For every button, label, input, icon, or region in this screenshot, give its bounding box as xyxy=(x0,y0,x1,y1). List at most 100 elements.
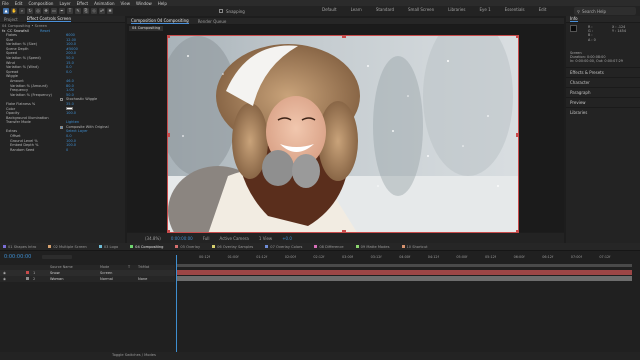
work-area-bar[interactable] xyxy=(177,264,632,267)
comp-tab[interactable]: 09 Matte Modes xyxy=(355,245,390,249)
transform-handle-ml[interactable] xyxy=(168,133,170,137)
workspace-learn[interactable]: Learn xyxy=(351,7,362,12)
zoom-tool-icon[interactable]: ⌕ xyxy=(19,8,25,14)
effect-param-value[interactable]: 0 xyxy=(66,148,68,153)
transform-handle-tc[interactable] xyxy=(342,36,346,38)
comp-tab-label: 07 Overlay Colors xyxy=(270,244,303,249)
comp-tab[interactable]: 08 Difference xyxy=(314,245,344,249)
composite-original-checkbox[interactable] xyxy=(60,125,63,129)
composition-frame-image[interactable] xyxy=(167,35,519,233)
clone-tool-icon[interactable]: ⎘ xyxy=(83,8,89,14)
current-time-indicator[interactable] xyxy=(176,255,177,357)
workspace-essentials[interactable]: Essentials xyxy=(505,7,525,12)
comp-tab[interactable]: 03 Logo xyxy=(98,245,118,249)
visibility-eye-icon[interactable]: ◉ xyxy=(3,271,6,275)
transform-handle-mr[interactable] xyxy=(516,133,518,137)
timeline-tabs: 01 Shapes Intro 02 Multiple Screen 03 Logo… xyxy=(0,243,640,251)
timeline-search[interactable] xyxy=(42,255,72,259)
viewer-timecode[interactable]: 0:00:00:00 xyxy=(171,236,193,241)
type-tool-icon[interactable]: T xyxy=(67,8,73,14)
panel-section-paragraph[interactable]: Paragraph xyxy=(566,87,640,97)
tab-render-queue[interactable]: Render Queue xyxy=(198,19,227,24)
effect-param-value[interactable]: 0.0 xyxy=(66,70,72,75)
hand-tool-icon[interactable]: ✋ xyxy=(11,8,17,14)
color-swatch[interactable] xyxy=(66,107,73,111)
menu-animation[interactable]: Animation xyxy=(94,1,114,6)
pan-behind-tool-icon[interactable]: ✥ xyxy=(43,8,49,14)
comp-tab[interactable]: 10 Shortcut xyxy=(401,245,428,249)
search-help-field[interactable]: ⚲ Search Help xyxy=(574,7,636,15)
comp-sub-tab[interactable]: 04 Compositing xyxy=(129,26,164,31)
layer-mode-dropdown[interactable]: Normal xyxy=(100,277,113,281)
menu-edit[interactable]: Edit xyxy=(15,1,23,6)
visibility-eye-icon[interactable]: ◉ xyxy=(3,277,6,281)
comp-tab[interactable]: 02 Multiple Screen xyxy=(48,245,87,249)
toggle-switches-modes[interactable]: Toggle Switches / Modes xyxy=(112,353,156,357)
viewer-controls-bar: (34.8%) 0:00:00:00 Full Active Camera 1 … xyxy=(127,233,564,243)
workspace-standard[interactable]: Standard xyxy=(376,7,394,12)
track-woman[interactable] xyxy=(177,276,632,281)
layer-name[interactable]: Woman xyxy=(50,277,64,281)
stochastic-wiggle-checkbox[interactable] xyxy=(60,98,63,102)
transform-handle-tr[interactable] xyxy=(516,36,518,38)
comp-tab[interactable]: 04 Compositing xyxy=(130,245,163,249)
track-snow[interactable] xyxy=(177,270,632,275)
menu-window[interactable]: Window xyxy=(136,1,152,6)
layer-mode-dropdown[interactable]: Screen xyxy=(100,271,112,275)
brush-tool-icon[interactable]: ✎ xyxy=(75,8,81,14)
pen-tool-icon[interactable]: ✒ xyxy=(59,8,65,14)
workspace-small-screen[interactable]: Small Screen xyxy=(408,7,434,12)
snapping-checkbox[interactable] xyxy=(219,9,223,13)
workspace-eye-1[interactable]: Eye 1 xyxy=(479,7,490,12)
effect-param-value[interactable]: 100.0 xyxy=(66,111,76,116)
views-dropdown[interactable]: 1 View xyxy=(259,236,272,241)
tab-info[interactable]: Info xyxy=(570,16,578,22)
panel-section-character[interactable]: Character xyxy=(566,77,640,87)
tab-project[interactable]: Project xyxy=(4,17,18,22)
workspace-default[interactable]: Default xyxy=(322,7,337,12)
transform-handle-tl[interactable] xyxy=(168,36,170,38)
menu-layer[interactable]: Layer xyxy=(59,1,70,6)
rotate-tool-icon[interactable]: ↻ xyxy=(27,8,33,14)
comp-tab[interactable]: 07 Overlay Colors xyxy=(265,245,302,249)
panel-section-effects-presets[interactable]: Effects & Presets xyxy=(566,67,640,77)
selection-tool-icon[interactable]: ▲ xyxy=(3,8,9,14)
layer-color-label-icon[interactable] xyxy=(26,277,29,280)
eraser-tool-icon[interactable]: ◇ xyxy=(91,8,97,14)
menu-effect[interactable]: Effect xyxy=(77,1,89,6)
comp-tab[interactable]: 01 Shapes Intro xyxy=(3,245,36,249)
workspace-libraries[interactable]: Libraries xyxy=(448,7,465,12)
effect-param-label: Variation % (Frequency) xyxy=(10,92,52,97)
menu-view[interactable]: View xyxy=(121,1,131,6)
comp-tab[interactable]: 06 Overlay Samples xyxy=(212,245,253,249)
roto-tool-icon[interactable]: ☍ xyxy=(99,8,105,14)
timeline-panel: 01 Shapes Intro 02 Multiple Screen 03 Logo… xyxy=(0,243,640,360)
tab-composition[interactable]: Composition 04 Compositing xyxy=(131,18,189,24)
layer-name[interactable]: Snow xyxy=(50,271,60,275)
layer-row[interactable]: ◉ 2 Woman Normal None xyxy=(0,276,175,282)
resolution-dropdown[interactable]: Full xyxy=(203,236,210,241)
effect-reset-link[interactable]: Reset xyxy=(40,29,50,33)
puppet-tool-icon[interactable]: ✱ xyxy=(107,8,113,14)
exposure-value[interactable]: +0.0 xyxy=(282,236,292,241)
tab-effect-controls[interactable]: Effect Controls Screen xyxy=(26,16,72,22)
menu-help[interactable]: Help xyxy=(158,1,167,6)
effect-param-value[interactable]: 35.0 xyxy=(66,102,74,107)
fx-badge-icon[interactable]: fx xyxy=(2,29,5,33)
comp-tab[interactable]: 05 Overlay xyxy=(175,245,200,249)
menu-file[interactable]: File xyxy=(2,1,9,6)
layer-color-label-icon[interactable] xyxy=(26,271,29,274)
rectangle-tool-icon[interactable]: ▭ xyxy=(51,8,57,14)
snapping-toggle[interactable]: Snapping xyxy=(219,9,245,14)
layer-trkmat-dropdown[interactable]: None xyxy=(138,277,147,281)
comp-tab-label: 02 Multiple Screen xyxy=(53,244,87,249)
menu-composition[interactable]: Composition xyxy=(28,1,53,6)
panel-section-preview[interactable]: Preview xyxy=(566,97,640,107)
timeline-timecode[interactable]: 0:00:00:00 xyxy=(4,254,31,260)
camera-tool-icon[interactable]: ◎ xyxy=(35,8,41,14)
workspace-edit[interactable]: Edit xyxy=(539,7,547,12)
panel-section-libraries[interactable]: Libraries xyxy=(566,107,640,117)
time-ruler[interactable]: 00:12f 01:00f 01:12f 02:00f 02:12f 03:00f 03:1… xyxy=(177,255,637,264)
camera-dropdown[interactable]: Active Camera xyxy=(220,236,249,241)
zoom-dropdown[interactable]: (34.8%) xyxy=(145,236,161,241)
